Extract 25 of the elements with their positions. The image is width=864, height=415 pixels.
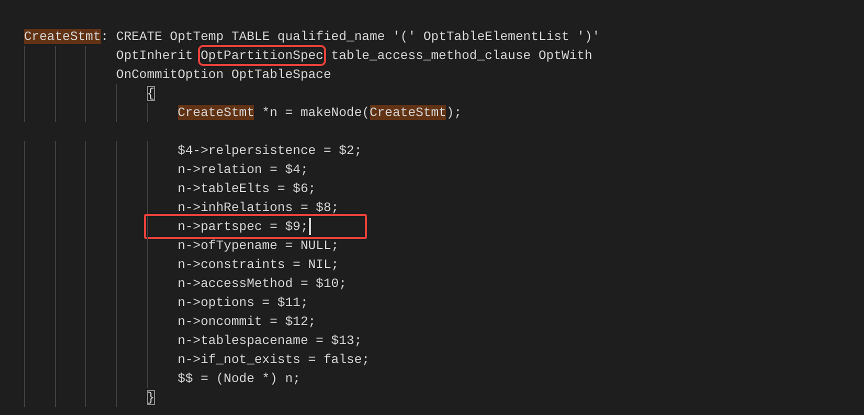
code-text: n->inhRelations = $8; <box>178 200 339 215</box>
code-text: n->options = $11; <box>178 295 308 310</box>
code-text: : CREATE OptTemp TABLE qualified_name '(' OptTableElementList ')' <box>100 29 600 44</box>
code-text: n->relation = $4; <box>178 162 308 177</box>
code-text: CreateStmt <box>370 105 446 120</box>
code-text: n->partspec = $9; <box>178 219 308 234</box>
code-text: n->ofTypename = NULL; <box>178 238 339 253</box>
code-text: OptPartitionSpec <box>200 48 324 63</box>
code-text: CreateStmt <box>178 105 254 120</box>
code-text: n->tableElts = $6; <box>178 181 316 196</box>
code-text: $$ = (Node *) n; <box>178 371 300 386</box>
code-text: $4->relpersistence = $2; <box>178 143 362 158</box>
code-text: table_access_method_clause OptWith <box>331 48 592 63</box>
code-text: n->constraints = NIL; <box>178 257 339 272</box>
code-text: ); <box>446 105 462 120</box>
code-text: OnCommitOption OptTableSpace <box>116 67 332 82</box>
brace: { <box>146 86 155 101</box>
code-text: n->oncommit = $12; <box>178 314 316 329</box>
code-text: CreateStmt <box>24 29 101 44</box>
code-text: *n = makeNode( <box>262 105 370 120</box>
code-text: n->tablespacename = $13; <box>178 333 362 348</box>
code-text: n->if_not_exists = false; <box>178 352 370 367</box>
brace: } <box>146 390 155 405</box>
code-text: OptInherit <box>116 48 193 63</box>
code-text: n->accessMethod = $10; <box>178 276 347 291</box>
